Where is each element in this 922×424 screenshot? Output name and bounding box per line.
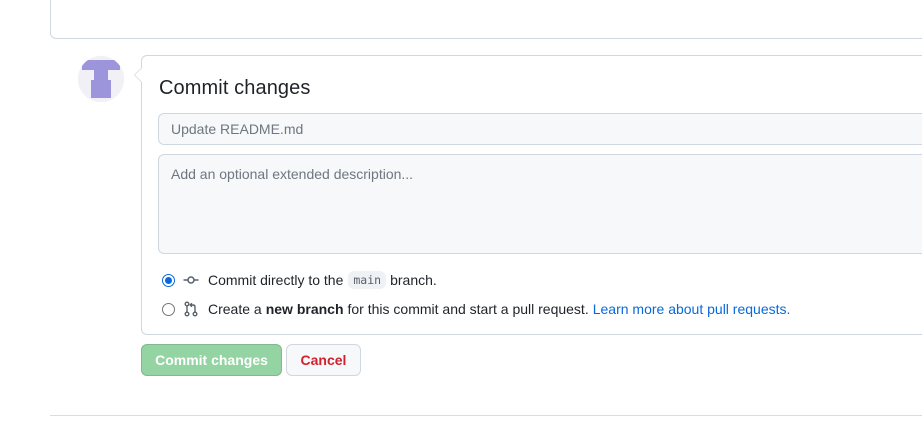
new-branch-bold: new branch: [265, 301, 344, 317]
identicon-icon: [78, 56, 124, 102]
commit-directly-suffix: branch.: [390, 272, 437, 288]
git-pull-request-icon: [183, 301, 199, 317]
git-commit-icon: [183, 272, 199, 288]
commit-directly-option[interactable]: Commit directly to the main branch.: [162, 270, 437, 290]
previous-panel: [50, 0, 922, 39]
cancel-button[interactable]: Cancel: [286, 344, 361, 376]
divider: [50, 415, 922, 416]
commit-form: Commit changes Commit directly to the ma…: [134, 55, 922, 335]
learn-more-pull-requests-link[interactable]: Learn more about pull requests.: [593, 301, 791, 317]
new-branch-suffix: for this commit and start a pull request…: [347, 301, 589, 317]
commit-directly-prefix: Commit directly to the: [208, 272, 344, 288]
commit-directly-radio[interactable]: [162, 273, 175, 287]
commit-summary-input[interactable]: [158, 113, 922, 145]
new-branch-radio[interactable]: [162, 302, 175, 316]
new-branch-prefix: Create a: [208, 301, 262, 317]
commit-title: Commit changes: [159, 77, 311, 99]
commit-changes-button[interactable]: Commit changes: [141, 344, 282, 376]
new-branch-option[interactable]: Create a new branch for this commit and …: [162, 299, 790, 319]
avatar[interactable]: [78, 56, 124, 102]
branch-name: main: [348, 271, 387, 289]
commit-description-input[interactable]: [158, 154, 922, 254]
